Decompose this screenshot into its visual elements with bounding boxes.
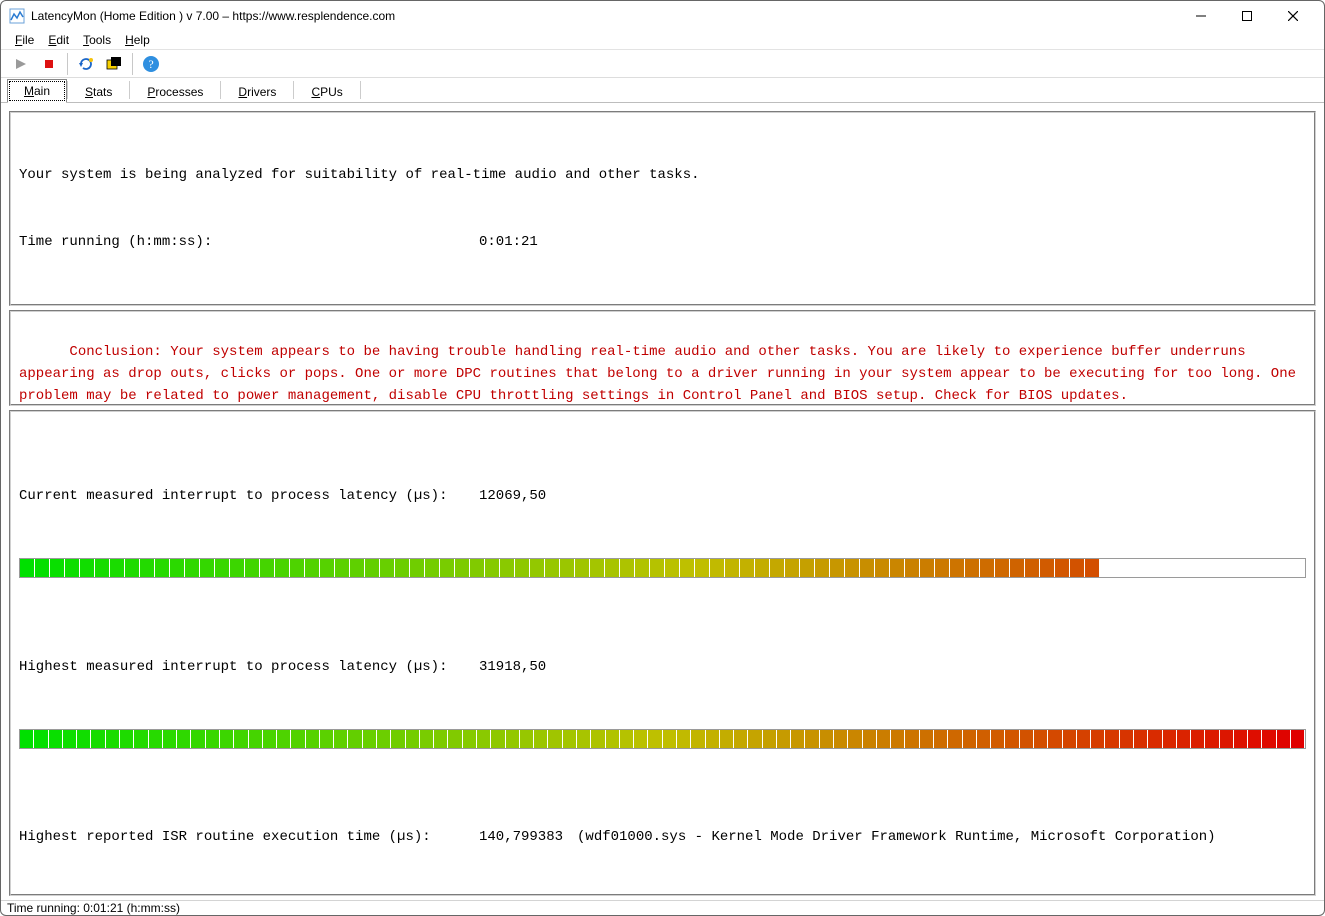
close-button[interactable] [1270,1,1316,31]
play-button[interactable] [7,52,35,76]
app-window: LatencyMon (Home Edition ) v 7.00 – http… [0,0,1325,916]
time-running-value: 0:01:21 [479,231,538,253]
tabstrip: Main Stats Processes Drivers CPUs [1,78,1324,103]
main-content: Your system is being analyzed for suitab… [1,103,1324,900]
status-text: Time running: 0:01:21 (h:mm:ss) [7,901,180,915]
m2-bar [19,729,1306,749]
refresh-button[interactable] [72,52,100,76]
tab-drivers[interactable]: Drivers [221,80,293,103]
m3-label: Highest reported ISR routine execution t… [19,826,479,848]
menu-edit[interactable]: Edit [42,31,75,49]
conclusion-panel: Conclusion: Your system appears to be ha… [9,310,1316,406]
m2-value: 31918,50 [479,656,546,678]
tab-cpus[interactable]: CPUs [294,80,359,103]
m1-bar [19,558,1306,578]
app-icon [9,8,25,24]
info-panel: Your system is being analyzed for suitab… [9,111,1316,306]
m3-extra: (wdf01000.sys - Kernel Mode Driver Frame… [577,826,1216,848]
metrics-panel: Current measured interrupt to process la… [9,410,1316,896]
help-button[interactable]: ? [137,52,165,76]
tab-processes[interactable]: Processes [130,80,220,103]
time-running-label: Time running (h:mm:ss): [19,231,479,253]
tab-stats[interactable]: Stats [68,80,129,103]
stop-button[interactable] [35,52,63,76]
m3-value: 140,799383 [479,826,563,848]
statusbar: Time running: 0:01:21 (h:mm:ss) [1,900,1324,915]
m2-label: Highest measured interrupt to process la… [19,656,479,678]
windows-button[interactable] [100,52,128,76]
m1-label: Current measured interrupt to process la… [19,485,479,507]
menu-file[interactable]: File [9,31,40,49]
menu-tools[interactable]: Tools [77,31,117,49]
conclusion-text: Conclusion: Your system appears to be ha… [19,344,1304,405]
menu-help[interactable]: Help [119,31,156,49]
info-line1: Your system is being analyzed for suitab… [19,164,1306,186]
toolbar: ? [1,50,1324,78]
maximize-button[interactable] [1224,1,1270,31]
svg-text:?: ? [148,57,153,71]
minimize-button[interactable] [1178,1,1224,31]
title-text: LatencyMon (Home Edition ) v 7.00 – http… [31,9,395,23]
titlebar: LatencyMon (Home Edition ) v 7.00 – http… [1,1,1324,31]
m1-value: 12069,50 [479,485,546,507]
menubar: File Edit Tools Help [1,31,1324,50]
tab-main[interactable]: Main [7,79,67,103]
